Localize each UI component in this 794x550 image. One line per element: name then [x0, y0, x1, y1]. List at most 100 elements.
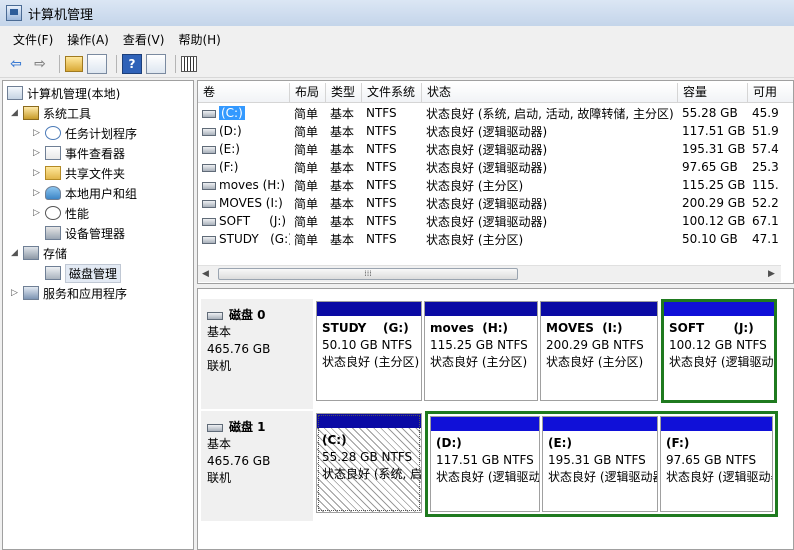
volume-icon: [202, 145, 216, 154]
table-row[interactable]: SOFT (J:) 简单 基本 NTFS 状态良好 (逻辑驱动器) 100.12…: [198, 212, 793, 230]
partition-bar: [664, 302, 774, 316]
partition-bar: [661, 417, 772, 431]
users-icon: [45, 186, 61, 200]
clock-icon: [45, 126, 61, 140]
shared-folder-icon: [45, 166, 61, 180]
disk-0-label[interactable]: 磁盘 0 基本 465.76 GB 联机: [201, 299, 313, 409]
storage-icon: [23, 246, 39, 260]
tree-item-shared-folders[interactable]: ▷ 共享文件夹: [33, 163, 125, 183]
collapsed-arrow-icon[interactable]: ▷: [33, 168, 45, 178]
window-title: 计算机管理: [28, 7, 94, 23]
partition-bar: [317, 302, 421, 316]
partition-c[interactable]: (C:) 55.28 GB NTFS 状态良好 (系统, 启动: [316, 413, 422, 513]
title-bar: 计算机管理: [0, 0, 794, 26]
toolbar-separator: [175, 54, 176, 73]
column-header-status[interactable]: 状态: [422, 83, 678, 103]
toolbar-separator: [116, 54, 117, 73]
services-icon: [23, 286, 39, 300]
partition-moves-i[interactable]: MOVES (I:) 200.29 GB NTFS 状态良好 (主分区): [540, 301, 658, 401]
back-arrow-icon[interactable]: ⇦: [6, 54, 26, 74]
expanded-arrow-icon[interactable]: ◢: [11, 108, 23, 118]
toolbar-separator: [59, 54, 60, 73]
volume-icon: [202, 181, 216, 190]
tree-item-system-tools[interactable]: ◢ 系统工具: [11, 103, 91, 123]
table-row[interactable]: STUDY (G:) 简单 基本 NTFS 状态良好 (主分区) 50.10 G…: [198, 230, 793, 248]
tree-item-root[interactable]: 计算机管理(本地): [7, 83, 120, 103]
collapsed-arrow-icon[interactable]: ▷: [33, 128, 45, 138]
volume-icon: [202, 109, 216, 118]
scroll-left-arrow-icon[interactable]: ◀: [202, 269, 209, 279]
performance-icon: [45, 206, 61, 220]
table-row[interactable]: (F:) 简单 基本 NTFS 状态良好 (逻辑驱动器) 97.65 GB 25…: [198, 158, 793, 176]
partition-d[interactable]: (D:) 117.51 GB NTFS 状态良好 (逻辑驱动器): [430, 416, 540, 512]
disk-management-icon: [45, 266, 61, 280]
partition-bar: [543, 417, 657, 431]
table-row[interactable]: (C:) 简单 基本 NTFS 状态良好 (系统, 启动, 活动, 故障转储, …: [198, 104, 793, 122]
forward-arrow-icon[interactable]: ⇨: [30, 54, 50, 74]
tools-icon: [23, 106, 39, 120]
column-header-capacity[interactable]: 容量: [678, 83, 748, 103]
volume-list: 卷 布局 类型 文件系统 状态 容量 可用 (C:) 简单 基本 NTFS 状态…: [197, 80, 794, 284]
disk-icon: [207, 311, 223, 320]
disk-icon: [207, 423, 223, 432]
event-log-icon: [45, 146, 61, 160]
table-header: 卷 布局 类型 文件系统 状态 容量 可用: [198, 83, 793, 103]
volume-icon: [202, 163, 216, 172]
table-row[interactable]: MOVES (I:) 简单 基本 NTFS 状态良好 (逻辑驱动器) 200.2…: [198, 194, 793, 212]
column-header-volume[interactable]: 卷: [198, 83, 290, 103]
partition-soft-j[interactable]: SOFT (J:) 100.12 GB NTFS 状态良好 (逻辑驱动器): [661, 299, 777, 403]
table-row[interactable]: moves (H:) 简单 基本 NTFS 状态良好 (主分区) 115.25 …: [198, 176, 793, 194]
partition-f[interactable]: (F:) 97.65 GB NTFS 状态良好 (逻辑驱动器): [660, 416, 773, 512]
scrollbar-thumb[interactable]: ⁞⁞⁞: [218, 268, 518, 280]
menu-action[interactable]: 操作(A): [60, 29, 116, 50]
collapsed-arrow-icon[interactable]: ▷: [11, 288, 23, 298]
expanded-arrow-icon[interactable]: ◢: [11, 248, 23, 258]
tree-item-event-viewer[interactable]: ▷ 事件查看器: [33, 143, 125, 163]
partition-moves-h[interactable]: moves (H:) 115.25 GB NTFS 状态良好 (主分区): [424, 301, 538, 401]
partition-bar: [317, 414, 421, 428]
column-header-filesystem[interactable]: 文件系统: [362, 83, 422, 103]
help-icon[interactable]: ?: [122, 53, 142, 74]
collapsed-arrow-icon[interactable]: ▷: [33, 208, 45, 218]
computer-management-icon: [6, 5, 22, 21]
menu-bar: 文件(F) 操作(A) 查看(V) 帮助(H): [0, 28, 794, 50]
collapsed-arrow-icon[interactable]: ▷: [33, 148, 45, 158]
horizontal-scrollbar[interactable]: ◀ ⁞⁞⁞ ▶: [198, 265, 781, 282]
volume-icon: [202, 127, 216, 136]
disk-1-label[interactable]: 磁盘 1 基本 465.76 GB 联机: [201, 411, 313, 521]
partition-bar: [425, 302, 537, 316]
partition-bar: [431, 417, 539, 431]
tree-item-storage[interactable]: ◢ 存储: [11, 243, 67, 263]
tree-item-performance[interactable]: ▷ 性能: [33, 203, 89, 223]
toolbar: ⇦ ⇨ ?: [0, 50, 794, 78]
table-row[interactable]: (D:) 简单 基本 NTFS 状态良好 (逻辑驱动器) 117.51 GB 5…: [198, 122, 793, 140]
tree-item-task-scheduler[interactable]: ▷ 任务计划程序: [33, 123, 137, 143]
properties-icon[interactable]: [181, 55, 197, 72]
tree-item-device-manager[interactable]: 设备管理器: [45, 223, 125, 243]
scroll-right-arrow-icon[interactable]: ▶: [768, 269, 775, 279]
volume-icon: [202, 199, 216, 208]
show-hide-tree-icon[interactable]: [87, 53, 107, 74]
computer-management-icon: [7, 86, 23, 100]
menu-file[interactable]: 文件(F): [6, 29, 60, 50]
tree-item-local-users[interactable]: ▷ 本地用户和组: [33, 183, 137, 203]
navigation-tree: 计算机管理(本地) ◢ 系统工具 ▷ 任务计划程序 ▷ 事件查看器 ▷ 共享文件…: [2, 80, 194, 550]
partition-study-g[interactable]: STUDY (G:) 50.10 GB NTFS 状态良好 (主分区): [316, 301, 422, 401]
partition-e[interactable]: (E:) 195.31 GB NTFS 状态良好 (逻辑驱动器): [542, 416, 658, 512]
volume-icon: [202, 217, 216, 226]
column-header-layout[interactable]: 布局: [290, 83, 326, 103]
partition-bar: [541, 302, 657, 316]
menu-view[interactable]: 查看(V): [116, 29, 172, 50]
menu-help[interactable]: 帮助(H): [171, 29, 227, 50]
column-header-type[interactable]: 类型: [326, 83, 362, 103]
collapsed-arrow-icon[interactable]: ▷: [33, 188, 45, 198]
show-hide-action-pane-icon[interactable]: [146, 53, 166, 74]
volume-icon: [202, 235, 216, 244]
table-row[interactable]: (E:) 简单 基本 NTFS 状态良好 (逻辑驱动器) 195.31 GB 5…: [198, 140, 793, 158]
tree-item-disk-management[interactable]: 磁盘管理: [45, 263, 122, 283]
device-manager-icon: [45, 226, 61, 240]
disk-graphical-view: 磁盘 0 基本 465.76 GB 联机 STUDY (G:) 50.10 GB…: [197, 288, 794, 550]
tree-item-services[interactable]: ▷ 服务和应用程序: [11, 283, 127, 303]
up-folder-icon[interactable]: [65, 55, 83, 72]
column-header-free[interactable]: 可用: [748, 83, 793, 103]
